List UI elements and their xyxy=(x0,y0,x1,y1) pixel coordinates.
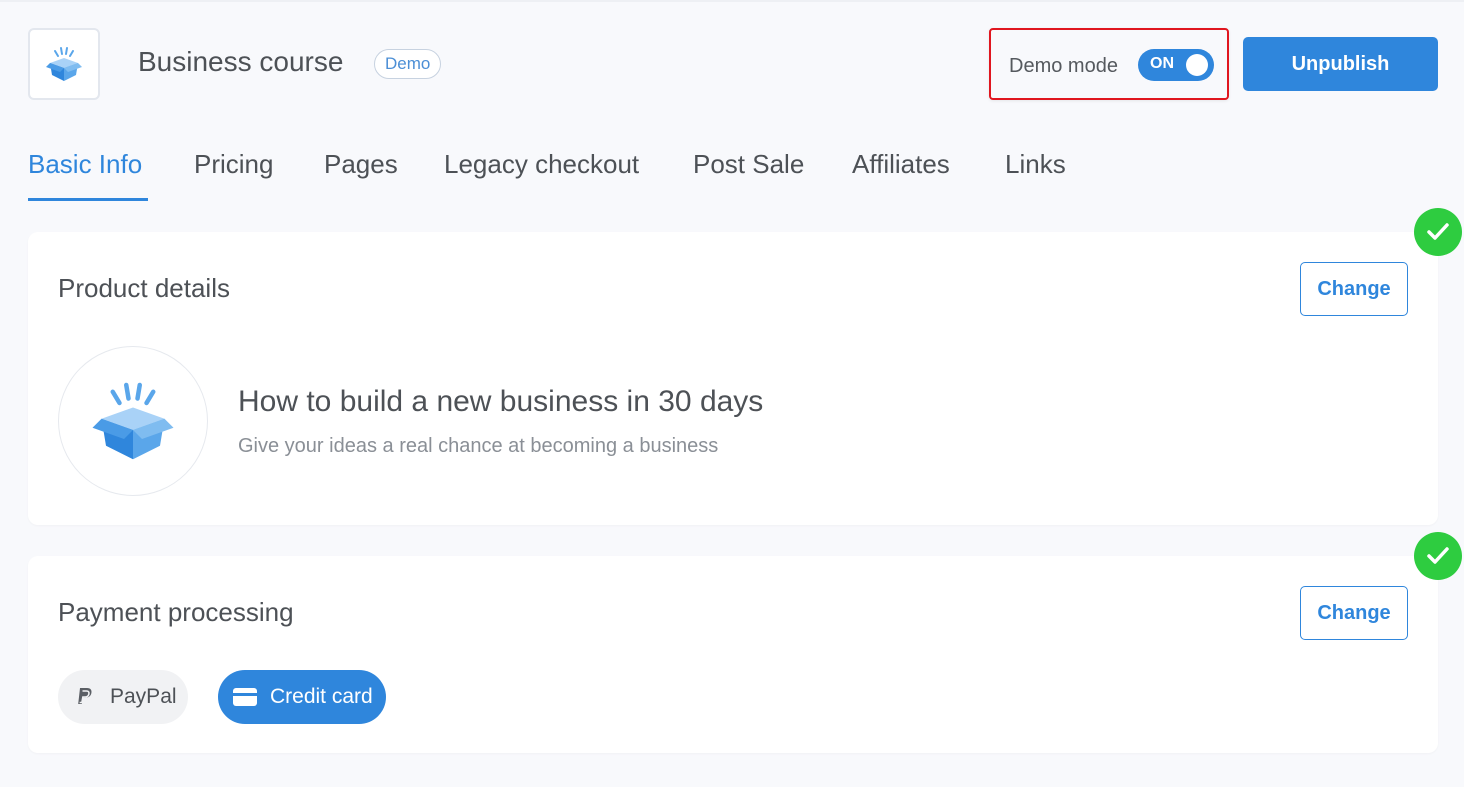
open-box-icon xyxy=(92,382,174,460)
tab-pricing[interactable]: Pricing xyxy=(194,146,273,182)
product-name: How to build a new business in 30 days xyxy=(238,385,764,418)
product-details-change-button[interactable]: Change xyxy=(1300,262,1408,316)
open-box-icon xyxy=(46,47,82,81)
payment-processing-change-button[interactable]: Change xyxy=(1300,586,1408,640)
tab-basic-info[interactable]: Basic Info xyxy=(28,146,142,182)
payment-processing-complete-icon xyxy=(1414,532,1462,580)
checkmark-icon xyxy=(1427,223,1449,240)
credit-card-label: Credit card xyxy=(270,685,373,708)
demo-badge: Demo xyxy=(374,49,442,79)
product-details-complete-icon xyxy=(1414,208,1462,256)
payment-processing-title: Payment processing xyxy=(58,597,294,627)
course-title: Business course xyxy=(138,46,344,77)
tab-post-sale[interactable]: Post Sale xyxy=(693,146,804,182)
tab-legacy-checkout[interactable]: Legacy checkout xyxy=(444,146,639,182)
top-divider xyxy=(0,0,1464,2)
credit-card-icon xyxy=(232,684,258,710)
product-details-card: Product details Change How to build a ne… xyxy=(28,232,1438,525)
toggle-knob xyxy=(1186,54,1208,76)
active-tab-indicator xyxy=(28,198,148,201)
tab-pages[interactable]: Pages xyxy=(324,146,398,182)
checkmark-icon xyxy=(1427,547,1449,564)
product-description: Give your ideas a real chance at becomin… xyxy=(238,435,719,457)
payment-method-paypal[interactable]: PayPal xyxy=(58,670,188,724)
toggle-state-label: ON xyxy=(1150,55,1174,72)
paypal-icon xyxy=(72,684,98,710)
demo-mode-control: Demo mode ON xyxy=(989,28,1229,100)
tab-affiliates[interactable]: Affiliates xyxy=(852,146,950,182)
product-details-title: Product details xyxy=(58,273,230,303)
demo-mode-toggle[interactable]: ON xyxy=(1138,49,1214,81)
payment-processing-card: Payment processing Change PayPal Credit … xyxy=(28,556,1438,753)
unpublish-button[interactable]: Unpublish xyxy=(1243,37,1438,91)
payment-method-credit-card[interactable]: Credit card xyxy=(218,670,386,724)
paypal-label: PayPal xyxy=(110,685,177,708)
course-logo xyxy=(28,28,100,100)
tab-links[interactable]: Links xyxy=(1005,146,1066,182)
demo-mode-label: Demo mode xyxy=(1009,55,1118,77)
product-image xyxy=(58,346,208,496)
